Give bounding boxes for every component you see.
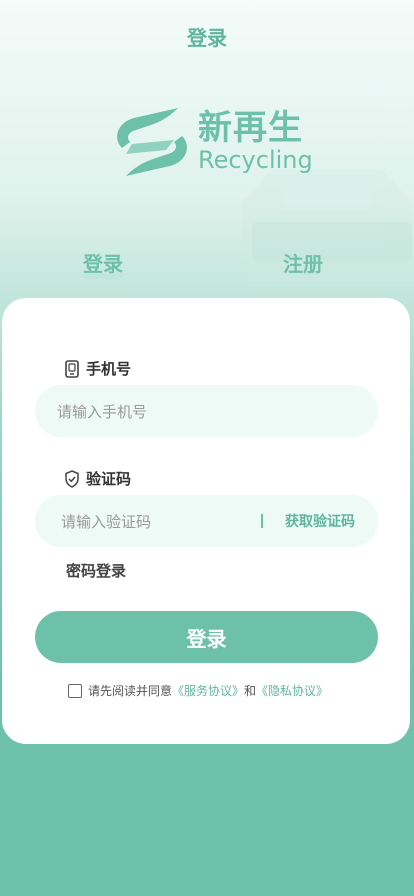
tab-login[interactable]: 登录 [83, 248, 123, 279]
agreement-checkbox[interactable] [68, 683, 82, 698]
agreement-row: 请先阅读并同意 《服务协议》 和 《隐私协议》 [68, 682, 328, 699]
auth-tabs: 登录 注册 [0, 248, 414, 288]
page-title: 登录 [187, 26, 227, 50]
password-login-link[interactable]: 密码登录 [66, 560, 126, 581]
tab-login-label: 登录 [83, 252, 123, 276]
recycle-s-logo-icon [117, 108, 187, 176]
logo-english-name: Recycling [198, 146, 313, 174]
privacy-agreement-link[interactable]: 《隐私协议》 [256, 682, 328, 699]
agreement-prefix: 请先阅读并同意 [88, 684, 173, 698]
phone-label-text: 手机号 [86, 360, 132, 378]
logo-chinese-name: 新再生 [198, 108, 303, 148]
code-label-text: 验证码 [86, 470, 132, 488]
tab-register[interactable]: 注册 [283, 248, 323, 277]
phone-input-wrapper [35, 385, 378, 439]
phone-icon [64, 359, 80, 378]
login-button[interactable]: 登录 [35, 611, 378, 663]
verification-code-input[interactable] [59, 495, 263, 549]
code-input-wrapper: 获取验证码 [35, 495, 378, 549]
phone-input[interactable] [55, 385, 259, 439]
code-divider [261, 514, 263, 528]
code-field-label: 验证码 [64, 468, 131, 489]
agreement-and: 和 [244, 684, 257, 698]
get-code-button[interactable]: 获取验证码 [285, 511, 355, 531]
tab-register-label: 注册 [283, 252, 323, 276]
app-logo: 新再生 Recycling [108, 104, 313, 180]
service-agreement-link[interactable]: 《服务协议》 [172, 682, 244, 699]
shield-check-icon [64, 469, 80, 488]
phone-field-label: 手机号 [64, 358, 131, 379]
